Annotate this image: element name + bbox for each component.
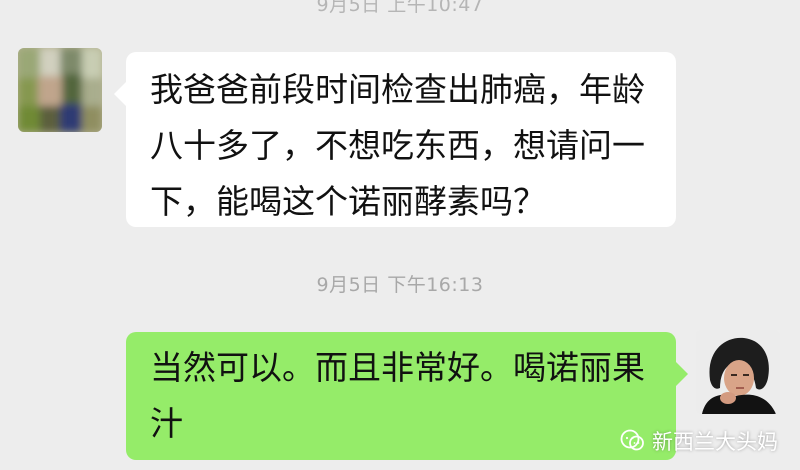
incoming-message-line-3: 下，能喝这个诺丽酵素吗？ [150,182,546,221]
incoming-message-line-1: 我爸爸前段时间检查出肺癌，年龄 [150,70,645,109]
wechat-official-account-icon [620,429,644,451]
right-avatar-icon[interactable] [696,330,780,414]
timestamp-mid: 9月5日 下午16:13 [316,274,484,296]
incoming-message-bubble[interactable]: 我爸爸前段时间检查出肺癌，年龄 八十多了，不想吃东西，想请问一 下，能喝这个诺丽… [114,52,676,227]
watermark-text: 新西兰大头妈 [652,430,778,454]
timestamp-top: 9月5日 上午10:47 [316,0,484,16]
left-avatar-icon[interactable] [18,48,102,132]
incoming-message-line-2: 八十多了，不想吃东西，想请问一 [150,126,645,165]
watermark: 新西兰大头妈 [620,426,778,456]
outgoing-message-bubble[interactable]: 当然可以。而且非常好。喝诺丽果 汁 [126,332,688,460]
outgoing-message-line-2: 汁 [150,404,183,443]
outgoing-message-line-1: 当然可以。而且非常好。喝诺丽果 [150,348,645,387]
user-avatar-icon [696,330,780,414]
blurred-avatar-icon [18,48,102,132]
chat-screen: 9月5日 上午10:47 我爸爸前段时间检查出肺癌，年龄 八十多了，不想吃东西，… [0,0,800,470]
